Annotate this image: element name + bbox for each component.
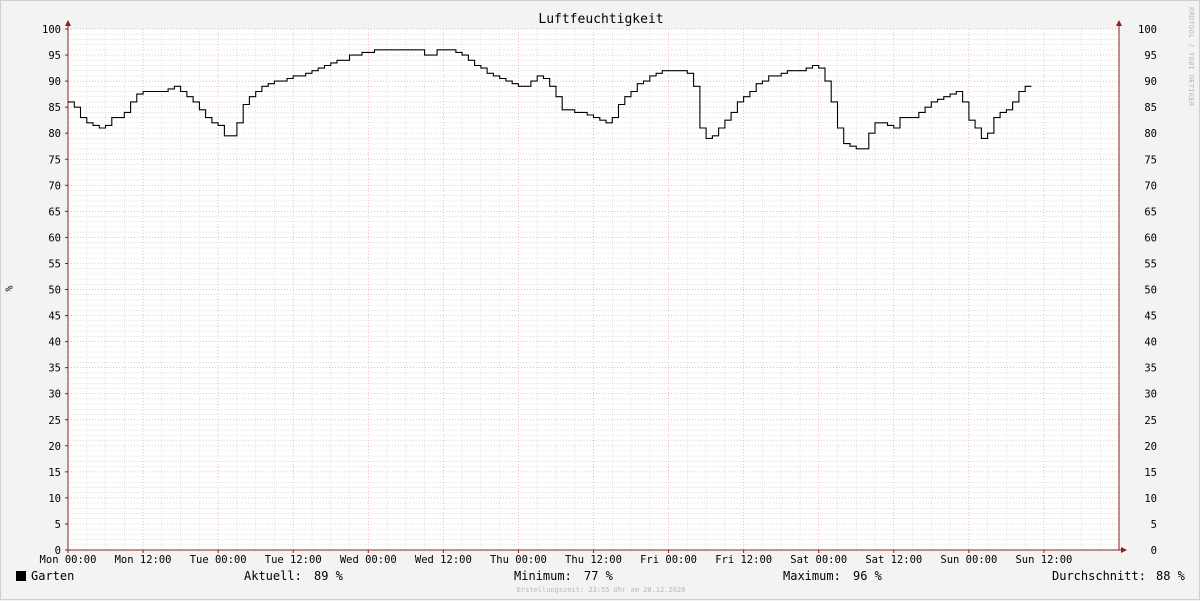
y-tick-label-left: 65 [48, 206, 61, 218]
y-tick-label-right: 60 [1144, 232, 1157, 244]
y-tick-label-right: 55 [1144, 258, 1157, 270]
y-axis-label-left: % [2, 285, 14, 292]
stat-aktuell-label: Aktuell: [244, 569, 302, 583]
y-tick-label-left: 70 [48, 180, 61, 192]
chart-canvas: 0 05 510 1015 1520 2025 2530 3035 3540 4045 4550 50… [40, 20, 1157, 566]
y-tick-label-right: 25 [1144, 415, 1157, 427]
x-axis-arrow [1121, 547, 1127, 553]
x-tick-label: Tue 00:00 [190, 554, 247, 566]
y-tick-label-right: 0 [1151, 545, 1157, 557]
x-tick-label: Fri 00:00 [640, 554, 697, 566]
y-tick-label-left: 90 [48, 76, 61, 88]
legend-row: Garten Aktuell: 89 % Minimum: 77 % Maxim… [1, 569, 1200, 585]
x-tick-label: Sat 12:00 [865, 554, 922, 566]
y-tick-label-left: 5 [55, 519, 61, 531]
stat-aktuell-value: 89 % [314, 569, 343, 583]
y-tick-label-right: 5 [1151, 519, 1157, 531]
y-tick-label-right: 75 [1144, 154, 1157, 166]
x-tick-label: Mon 12:00 [115, 554, 172, 566]
x-tick-label: Thu 12:00 [565, 554, 622, 566]
legend-series-name: Garten [31, 569, 75, 583]
y-tick-label-left: 45 [48, 311, 61, 323]
stat-maximum-value: 96 % [853, 569, 882, 583]
footer-note: Erstellungszeit: 23:55 Uhr am 20.12.2020 [516, 586, 686, 594]
x-tick-label: Sun 12:00 [1015, 554, 1072, 566]
y-tick-label-left: 40 [48, 337, 61, 349]
y-tick-label-left: 55 [48, 258, 61, 270]
stat-minimum-label: Minimum: [514, 569, 572, 583]
stat-minimum-value: 77 % [584, 569, 613, 583]
y-tick-label-right: 50 [1144, 285, 1157, 297]
x-tick-label: Sat 00:00 [790, 554, 847, 566]
y-tick-label-right: 90 [1144, 76, 1157, 88]
stat-durchschnitt-value: 88 % [1156, 569, 1185, 583]
stat-durchschnitt-label: Durchschnitt: [1052, 569, 1146, 583]
x-tick-label: Wed 12:00 [415, 554, 472, 566]
y-tick-label-left: 85 [48, 102, 61, 114]
x-tick-label: Tue 12:00 [265, 554, 322, 566]
y-tick-label-left: 25 [48, 415, 61, 427]
y-tick-label-left: 10 [48, 493, 61, 505]
y-tick-label-left: 95 [48, 50, 61, 62]
x-tick-label: Thu 00:00 [490, 554, 547, 566]
y-tick-label-right: 95 [1144, 50, 1157, 62]
stat-maximum-label: Maximum: [783, 569, 841, 583]
watermark-text: RRDTOOL / TOBI OETIKER [1187, 7, 1195, 107]
y-tick-label-right: 20 [1144, 441, 1157, 453]
chart-frame: 0 0 5 5 10 10 15 15 20 20 25 25 30 30 35 35 40 40 45 45 50 50… [0, 0, 1200, 600]
y-tick-label-left: 50 [48, 285, 61, 297]
y-tick-label-right: 10 [1144, 493, 1157, 505]
x-tick-label: Wed 00:00 [340, 554, 397, 566]
y-tick-label-right: 70 [1144, 180, 1157, 192]
y-tick-label-left: 75 [48, 154, 61, 166]
chart-title: Luftfeuchtigkeit [538, 12, 664, 27]
y-tick-label-left: 20 [48, 441, 61, 453]
y-tick-label-right: 45 [1144, 311, 1157, 323]
y-tick-label-right: 85 [1144, 102, 1157, 114]
x-tick-label: Fri 12:00 [715, 554, 772, 566]
y-tick-label-right: 15 [1144, 467, 1157, 479]
y-tick-label-right: 80 [1144, 128, 1157, 140]
y-tick-label-left: 60 [48, 232, 61, 244]
x-tick-label: Mon 00:00 [40, 554, 97, 566]
y-tick-label-right: 35 [1144, 363, 1157, 375]
y-tick-label-right: 65 [1144, 206, 1157, 218]
y-tick-label-left: 80 [48, 128, 61, 140]
x-tick-label: Sun 00:00 [940, 554, 997, 566]
y-tick-label-left: 15 [48, 467, 61, 479]
y-tick-label-left: 35 [48, 363, 61, 375]
y-tick-label-right: 30 [1144, 389, 1157, 401]
y-tick-label-right: 40 [1144, 337, 1157, 349]
y-tick-label-left: 30 [48, 389, 61, 401]
